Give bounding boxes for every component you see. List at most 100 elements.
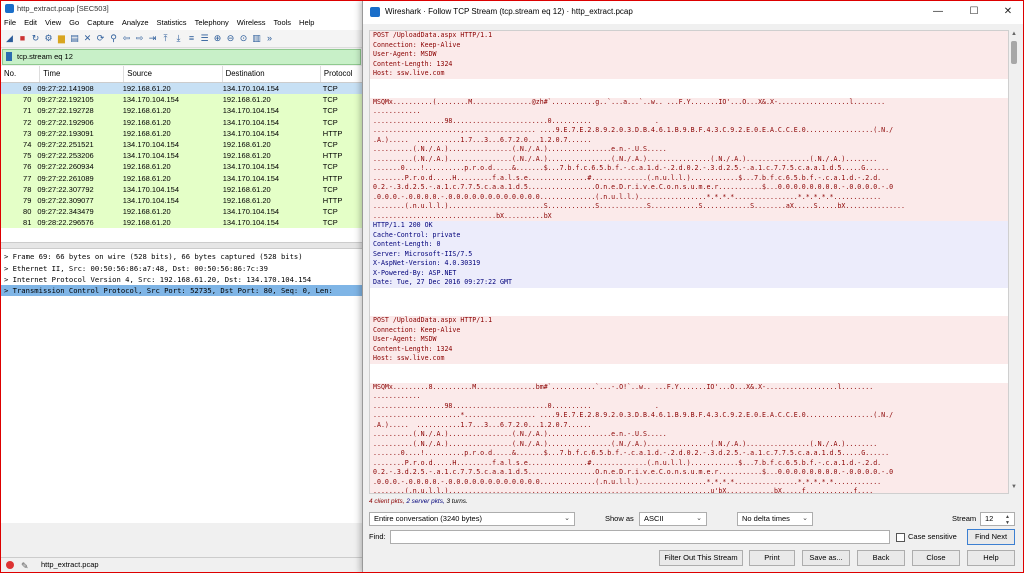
start-capture-icon[interactable]: ◢ [4,33,15,44]
open-file-icon[interactable]: ▆ [56,33,67,44]
save-as-button[interactable]: Save as... [802,550,850,566]
spin-arrows-icon[interactable]: ▲ ▼ [1005,514,1010,526]
back-button[interactable]: Back [857,550,905,566]
stop-capture-icon[interactable]: ■ [17,33,28,44]
print-button[interactable]: Print [749,550,795,566]
conversation-select[interactable]: Entire conversation (3240 bytes) ⌄ [369,512,575,526]
packet-protocol: TCP [322,95,338,105]
close-button[interactable]: Close [912,550,960,566]
bookmark-icon[interactable] [6,52,12,61]
reload-file-icon[interactable]: ⟳ [95,33,106,44]
expand-arrow-icon[interactable]: > [4,252,13,261]
packet-row[interactable]: 69 09:27:22.141908 192.168.61.20 134.170.10… [1,83,362,95]
stream-content[interactable]: POST /UploadData.aspx HTTP/1.1 Connection… [369,30,1009,494]
detail-tree-text: Internet Protocol Version 4, Src: 192.16… [12,274,312,284]
stream-scrollbar[interactable]: ▲ ▼ [1009,30,1019,493]
zoom-reset-icon[interactable]: ⊙ [238,33,249,44]
packet-time: 09:27:22.141908 [37,84,94,93]
maximize-icon[interactable]: ☐ [959,0,989,24]
menu-item[interactable]: Analyze [122,18,149,27]
packet-time: 09:27:22.260934 [37,162,94,172]
detail-tree-text: Frame 69: 66 bytes on wire (528 bits), 6… [12,252,303,262]
display-filter-input[interactable]: tcp.stream eq 12 [2,49,361,65]
go-back-icon[interactable]: ⇦ [121,33,132,44]
find-packet-icon[interactable]: ⚲ [108,33,119,44]
more-tools-icon[interactable]: » [264,33,275,44]
packet-row[interactable]: 76 09:27:22.260934 192.168.61.20 134.170.10… [1,161,362,173]
packet-row[interactable]: 74 09:27:22.251521 134.170.104.154 192.168.… [1,138,362,151]
menu-item[interactable]: Telephony [195,18,229,27]
resize-columns-icon[interactable]: ▥ [251,33,262,44]
menu-item[interactable]: Tools [274,18,292,27]
menu-item[interactable]: Statistics [157,18,187,27]
client-stream-line: ..........(.N./.A.)................(.N./… [370,430,1008,440]
last-packet-icon[interactable]: ⤓ [173,33,184,44]
first-packet-icon[interactable]: ⤒ [160,33,171,44]
menu-item[interactable]: Go [69,18,79,27]
column-time[interactable]: Time [40,66,125,82]
capture-options-icon[interactable]: ⚙ [43,33,54,44]
packet-row[interactable]: 71 09:27:22.192728 192.168.61.20 134.170.10… [1,105,362,117]
zoom-out-icon[interactable]: ⊖ [225,33,236,44]
packet-destination: 192.168.61.20 [222,151,271,161]
detail-tree-item[interactable]: > Frame 69: 66 bytes on wire (528 bits),… [1,251,362,262]
client-stream-line: MSQMx.........8..........M..............… [370,382,1008,392]
column-no[interactable]: No. [1,66,41,82]
autoscroll-icon[interactable]: ≡ [186,33,197,44]
find-input[interactable] [390,530,890,544]
follow-stream-dialog: Wireshark · Follow TCP Stream (tcp.strea… [362,0,1023,573]
column-protocol[interactable]: Protocol [321,66,362,82]
save-file-icon[interactable]: ▤ [69,33,80,44]
find-next-button[interactable]: Find Next [967,529,1015,545]
minimize-icon[interactable]: — [923,0,953,24]
show-as-select[interactable]: ASCII ⌄ [639,512,707,526]
detail-tree-item[interactable]: > Transmission Control Protocol, Src Por… [1,285,362,297]
menu-item[interactable]: Capture [87,18,114,27]
go-to-packet-icon[interactable]: ⇥ [147,33,158,44]
column-source[interactable]: Source [124,66,223,82]
restart-capture-icon[interactable]: ↻ [30,33,41,44]
colorize-icon[interactable]: ☰ [199,33,210,44]
stream-number-spinbox[interactable]: 12 ▲ ▼ [980,512,1015,526]
packet-row[interactable]: 75 09:27:22.253206 134.170.104.154 192.168.… [1,150,362,162]
stream-blank-line [370,297,1008,307]
expand-arrow-icon[interactable]: > [4,286,13,295]
packet-row[interactable]: 70 09:27:22.192105 134.170.104.154 192.168.… [1,94,362,106]
packet-row[interactable]: 80 09:27:22.343479 192.168.61.20 134.170.10… [1,206,362,218]
expand-arrow-icon[interactable]: > [4,275,13,284]
show-as-label: Show as [605,514,634,523]
edit-comment-icon[interactable]: ✎ [21,559,29,573]
packet-destination: 134.170.104.154 [222,117,280,127]
scroll-up-icon[interactable]: ▲ [1010,31,1018,39]
packet-row[interactable]: 73 09:27:22.193091 192.168.61.20 134.170.10… [1,127,362,139]
scroll-down-icon[interactable]: ▼ [1010,484,1018,492]
packet-protocol: TCP [322,162,338,172]
detail-tree-text: Ethernet II, Src: 00:50:56:86:a7:48, Dst… [12,263,268,273]
zoom-in-icon[interactable]: ⊕ [212,33,223,44]
menu-item[interactable]: Edit [24,18,37,27]
help-button[interactable]: Help [967,550,1015,566]
packet-row[interactable]: 72 09:27:22.192906 192.168.61.20 134.170.10… [1,116,362,128]
packet-row[interactable]: 78 09:27:22.307792 134.170.104.154 192.168.… [1,183,362,195]
detail-tree-item[interactable]: > Ethernet II, Src: 00:50:56:86:a7:48, D… [1,263,362,274]
column-destination[interactable]: Destination [223,66,321,82]
close-file-icon[interactable]: ✕ [82,33,93,44]
menu-item[interactable]: View [45,18,61,27]
menu-item[interactable]: File [4,18,16,27]
scroll-thumb[interactable] [1011,41,1017,64]
filter-out-stream-button[interactable]: Filter Out This Stream [659,550,743,566]
pane-splitter[interactable] [1,242,362,250]
expert-info-icon[interactable] [6,561,14,569]
packet-row[interactable]: 81 09:28:22.296576 192.168.61.20 134.170.10… [1,217,362,229]
expand-arrow-icon[interactable]: > [4,264,13,273]
packet-row[interactable]: 77 09:27:22.261089 192.168.61.20 134.170.10… [1,172,362,184]
close-window-icon[interactable]: ✕ [993,0,1023,24]
delta-times-select[interactable]: No delta times ⌄ [737,512,813,526]
menu-item[interactable]: Help [299,18,314,27]
detail-tree-item[interactable]: > Internet Protocol Version 4, Src: 192.… [1,274,362,285]
menu-item[interactable]: Wireless [237,18,266,27]
case-sensitive-checkbox[interactable] [896,533,905,542]
go-forward-icon[interactable]: ⇨ [134,33,145,44]
packet-row[interactable]: 79 09:27:22.309077 134.170.104.154 192.168.… [1,194,362,207]
stream-summary: 4 client pkts, 2 server pkts, 3 turns. [369,498,468,505]
